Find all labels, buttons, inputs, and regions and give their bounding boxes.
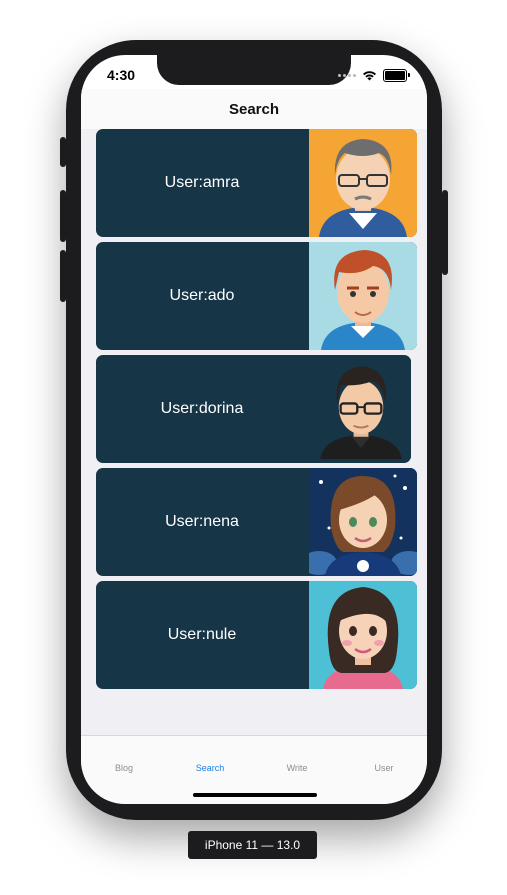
user-label: User:ado <box>169 287 235 304</box>
device-label: iPhone 11 — 13.0 <box>188 831 317 859</box>
tab-write[interactable]: Write <box>254 763 340 773</box>
battery-icon <box>383 69 410 82</box>
user-label: User:nena <box>165 513 239 530</box>
notch <box>157 55 351 85</box>
tab-search[interactable]: Search <box>167 763 253 773</box>
user-card-amra[interactable]: User:amra <box>96 129 417 237</box>
navigation-bar: Search <box>81 89 427 130</box>
user-label: User:dorina <box>160 400 244 417</box>
home-indicator[interactable] <box>193 793 317 797</box>
avatar-man-dark-hair-glasses-icon <box>311 359 411 459</box>
user-card-nena[interactable]: User:nena <box>96 468 417 576</box>
volume-down-button <box>60 250 66 302</box>
volume-up-button <box>60 190 66 242</box>
status-icons <box>338 69 410 82</box>
user-card-dorina[interactable]: User:dorina <box>96 355 411 463</box>
avatar-woman-brown-hair-stars-icon <box>309 468 417 576</box>
silent-switch <box>60 137 66 167</box>
tab-user[interactable]: User <box>341 763 427 773</box>
avatar-man-red-hair-icon <box>309 242 417 350</box>
power-button <box>442 190 448 275</box>
user-label: User:nule <box>167 626 237 643</box>
page-title: Search <box>228 101 280 118</box>
user-list[interactable]: User:amra User:ado User:dorina User:nena… <box>81 129 427 735</box>
avatar-woman-dark-hair-icon <box>309 581 417 689</box>
avatar-man-gray-hair-glasses-icon <box>309 129 417 237</box>
app-screen: 4:30 Search User:amra User:ado User:dori… <box>81 55 427 804</box>
user-card-ado[interactable]: User:ado <box>96 242 417 350</box>
tab-blog[interactable]: Blog <box>81 763 167 773</box>
wifi-icon <box>363 71 376 81</box>
signal-icon <box>338 74 356 77</box>
status-time: 4:30 <box>107 67 136 83</box>
user-label: User:amra <box>164 174 240 191</box>
user-card-nule[interactable]: User:nule <box>96 581 417 689</box>
